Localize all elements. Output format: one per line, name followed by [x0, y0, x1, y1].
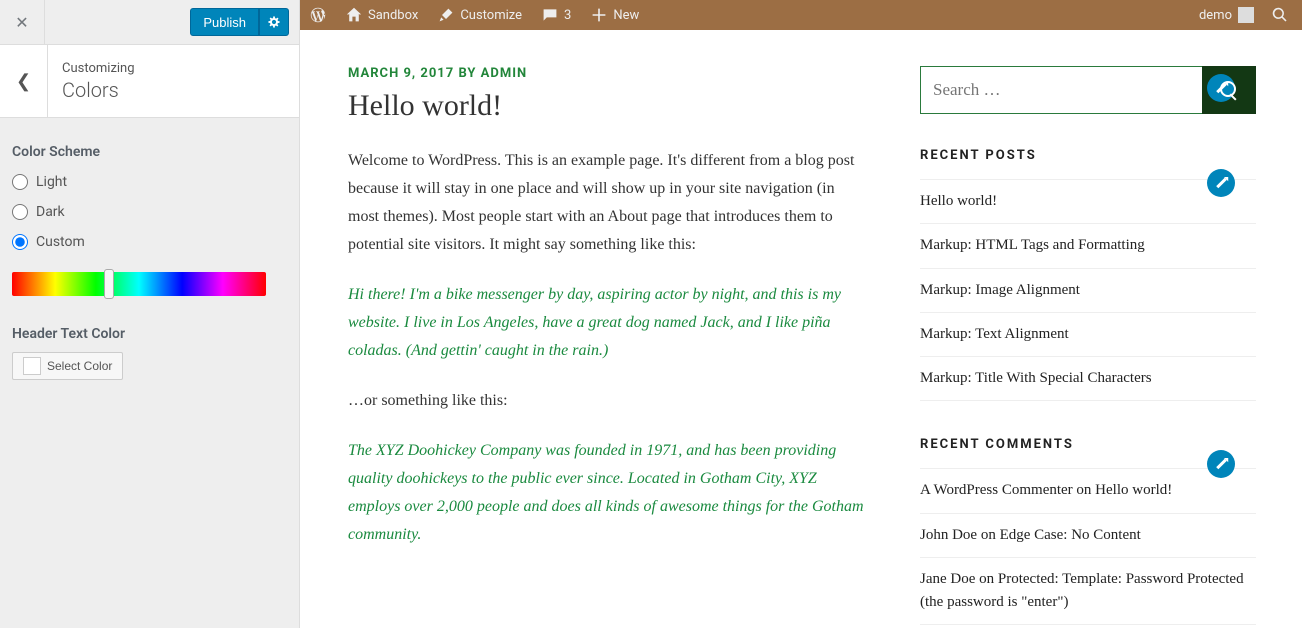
gear-icon [267, 15, 281, 29]
user-menu[interactable]: demo [1189, 0, 1258, 30]
site-name-menu[interactable]: Sandbox [336, 0, 428, 30]
select-color-button[interactable]: Select Color [12, 352, 123, 380]
site-content: MARCH 9, 2017 BY ADMIN Hello world! Welc… [300, 30, 1302, 628]
plus-icon [591, 7, 607, 23]
post-author[interactable]: ADMIN [481, 66, 528, 81]
new-content-menu[interactable]: New [581, 0, 649, 30]
header-text-color-label: Header Text Color [12, 326, 287, 342]
color-swatch [23, 357, 41, 375]
radio-custom-label: Custom [36, 234, 85, 250]
brush-icon [438, 7, 454, 23]
section-title-row: ❮ Customizing Colors [0, 45, 299, 118]
search-icon [1272, 7, 1288, 23]
post-area: MARCH 9, 2017 BY ADMIN Hello world! Welc… [348, 66, 868, 628]
edit-shortcut-recent-posts[interactable] [1207, 169, 1235, 197]
list-item[interactable]: John Doe on Edge Case: No Content [920, 514, 1256, 558]
customizer-panel: ✕ Publish ❮ Customizing Colors Color Sch… [0, 0, 300, 628]
close-icon: ✕ [15, 13, 28, 32]
list-item[interactable]: Markup: Title With Special Characters [920, 357, 1256, 401]
customize-label: Customize [460, 8, 522, 23]
customize-menu[interactable]: Customize [428, 0, 532, 30]
post-title[interactable]: Hello world! [348, 89, 868, 123]
post-date[interactable]: MARCH 9, 2017 [348, 66, 454, 81]
radio-light[interactable]: Light [12, 174, 287, 190]
search-input[interactable] [920, 66, 1202, 114]
avatar [1238, 7, 1254, 23]
site-name-label: Sandbox [368, 8, 418, 23]
recent-posts-list: Hello world! Markup: HTML Tags and Forma… [920, 179, 1256, 401]
pencil-icon [1216, 178, 1227, 189]
radio-light-input[interactable] [12, 174, 28, 190]
customizer-header: ✕ Publish [0, 0, 299, 45]
search-widget [920, 66, 1256, 114]
post-meta: MARCH 9, 2017 BY ADMIN [348, 66, 868, 81]
publish-group: Publish [190, 8, 289, 36]
home-icon [346, 7, 362, 23]
section-name: Colors [62, 78, 135, 102]
widget-sidebar: RECENT POSTS Hello world! Markup: HTML T… [920, 66, 1256, 628]
new-label: New [613, 8, 639, 23]
recent-comments-title: RECENT COMMENTS [920, 437, 1256, 452]
publish-button[interactable]: Publish [190, 8, 259, 36]
recent-comments-widget: RECENT COMMENTS A WordPress Commenter on… [920, 437, 1256, 625]
recent-comments-list: A WordPress Commenter on Hello world! Jo… [920, 468, 1256, 625]
preview-frame: Sandbox Customize 3 New demo [300, 0, 1302, 628]
controls-area: Color Scheme Light Dark Custom Header Te… [0, 118, 299, 392]
hue-slider[interactable] [12, 272, 266, 296]
publish-settings-button[interactable] [259, 8, 289, 36]
radio-dark-label: Dark [36, 204, 65, 220]
wordpress-icon [310, 7, 326, 23]
hue-slider-handle[interactable] [104, 269, 114, 299]
post-paragraph: …or something like this: [348, 387, 868, 415]
user-name: demo [1199, 8, 1232, 23]
list-item[interactable]: Markup: Text Alignment [920, 313, 1256, 357]
edit-shortcut-recent-comments[interactable] [1207, 450, 1235, 478]
section-title: Customizing Colors [48, 61, 135, 102]
back-button[interactable]: ❮ [0, 45, 48, 118]
pencil-icon [1216, 459, 1227, 470]
post-body: Welcome to WordPress. This is an example… [348, 147, 868, 549]
comment-icon [542, 7, 558, 23]
list-item[interactable]: Hello world! [920, 179, 1256, 224]
wp-logo-menu[interactable] [300, 0, 336, 30]
post-blockquote: Hi there! I'm a bike messenger by day, a… [348, 281, 868, 365]
radio-light-label: Light [36, 174, 67, 190]
comment-count: 3 [564, 8, 571, 23]
post-by: BY [458, 66, 476, 81]
recent-posts-title: RECENT POSTS [920, 148, 1256, 163]
close-customizer-button[interactable]: ✕ [0, 0, 45, 45]
post-blockquote: The XYZ Doohickey Company was founded in… [348, 437, 868, 549]
radio-dark-input[interactable] [12, 204, 28, 220]
adminbar-search[interactable] [1266, 0, 1294, 30]
list-item[interactable]: A WordPress Commenter on Hello world! [920, 468, 1256, 513]
chevron-left-icon: ❮ [16, 71, 31, 92]
post-paragraph: Welcome to WordPress. This is an example… [348, 147, 868, 259]
list-item[interactable]: Markup: HTML Tags and Formatting [920, 224, 1256, 268]
list-item[interactable]: Jane Doe on Protected: Template: Passwor… [920, 558, 1256, 626]
color-scheme-label: Color Scheme [12, 144, 287, 160]
breadcrumb: Customizing [62, 61, 135, 76]
select-color-label: Select Color [47, 359, 112, 373]
comments-menu[interactable]: 3 [532, 0, 581, 30]
radio-dark[interactable]: Dark [12, 204, 287, 220]
radio-custom[interactable]: Custom [12, 234, 287, 250]
radio-custom-input[interactable] [12, 234, 28, 250]
search-icon [1219, 80, 1239, 100]
recent-posts-widget: RECENT POSTS Hello world! Markup: HTML T… [920, 148, 1256, 401]
admin-bar: Sandbox Customize 3 New demo [300, 0, 1302, 30]
list-item[interactable]: Markup: Image Alignment [920, 269, 1256, 313]
